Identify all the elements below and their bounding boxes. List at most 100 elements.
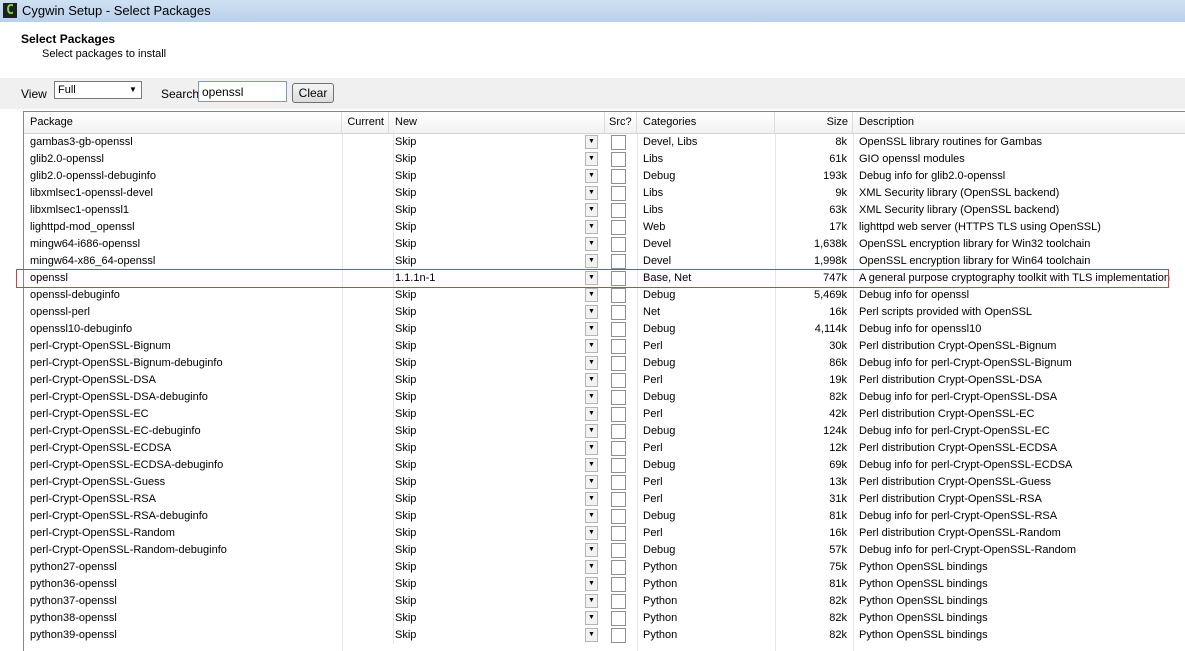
chevron-down-icon[interactable]: ▼ [585,288,598,302]
new-version-select[interactable]: Skip [393,559,584,576]
src-checkbox[interactable] [611,611,626,626]
src-checkbox[interactable] [611,594,626,609]
column-header-src[interactable]: Src? [605,112,637,133]
new-version-select[interactable]: Skip [393,593,584,610]
view-select[interactable]: Full ▼ [54,81,142,99]
column-header-categories[interactable]: Categories [637,112,775,133]
src-checkbox[interactable] [611,339,626,354]
src-checkbox[interactable] [611,475,626,490]
new-version-select[interactable]: Skip [393,491,584,508]
column-header-current[interactable]: Current [342,112,389,133]
table-row[interactable]: python38-openssl Skip ▼ Python 82k Python Ope… [24,610,1185,627]
new-version-select[interactable]: Skip [393,202,584,219]
table-row[interactable]: openssl-perl Skip ▼ Net 16k Perl scripts prov… [24,304,1185,321]
chevron-down-icon[interactable]: ▼ [585,594,598,608]
new-version-select[interactable]: 1.1.1n-1 [393,270,584,287]
new-version-select[interactable]: Skip [393,389,584,406]
new-version-select[interactable]: Skip [393,576,584,593]
new-version-select[interactable]: Skip [393,508,584,525]
new-version-select[interactable]: Skip [393,627,584,644]
table-row[interactable]: python36-openssl Skip ▼ Python 81k Python Ope… [24,576,1185,593]
chevron-down-icon[interactable]: ▼ [585,492,598,506]
new-version-select[interactable]: Skip [393,457,584,474]
new-version-select[interactable]: Skip [393,219,584,236]
chevron-down-icon[interactable]: ▼ [585,254,598,268]
new-version-select[interactable]: Skip [393,610,584,627]
table-row[interactable]: perl-Crypt-OpenSSL-Guess Skip ▼ Perl 13k Perl… [24,474,1185,491]
new-version-select[interactable]: Skip [393,168,584,185]
chevron-down-icon[interactable]: ▼ [585,237,598,251]
src-checkbox[interactable] [611,152,626,167]
src-checkbox[interactable] [611,560,626,575]
table-row[interactable]: perl-Crypt-OpenSSL-DSA Skip ▼ Perl 19k Perl d… [24,372,1185,389]
table-row[interactable]: perl-Crypt-OpenSSL-Bignum-debuginfo Skip ▼… [24,355,1185,372]
chevron-down-icon[interactable]: ▼ [585,186,598,200]
chevron-down-icon[interactable]: ▼ [585,339,598,353]
table-row[interactable]: lighttpd-mod_openssl Skip ▼ Web 17k lighttpd … [24,219,1185,236]
new-version-select[interactable]: Skip [393,151,584,168]
table-row[interactable]: perl-Crypt-OpenSSL-Bignum Skip ▼ Perl 30k Per… [24,338,1185,355]
src-checkbox[interactable] [611,254,626,269]
new-version-select[interactable]: Skip [393,542,584,559]
src-checkbox[interactable] [611,220,626,235]
chevron-down-icon[interactable]: ▼ [585,526,598,540]
src-checkbox[interactable] [611,492,626,507]
table-row[interactable]: perl-Crypt-OpenSSL-ECDSA-debuginfo Skip ▼ D… [24,457,1185,474]
chevron-down-icon[interactable]: ▼ [585,373,598,387]
chevron-down-icon[interactable]: ▼ [585,220,598,234]
new-version-select[interactable]: Skip [393,287,584,304]
src-checkbox[interactable] [611,135,626,150]
chevron-down-icon[interactable]: ▼ [585,271,598,285]
src-checkbox[interactable] [611,271,626,286]
new-version-select[interactable]: Skip [393,406,584,423]
src-checkbox[interactable] [611,628,626,643]
table-row[interactable]: perl-Crypt-OpenSSL-RSA-debuginfo Skip ▼ Deb… [24,508,1185,525]
src-checkbox[interactable] [611,373,626,388]
new-version-select[interactable]: Skip [393,474,584,491]
src-checkbox[interactable] [611,458,626,473]
chevron-down-icon[interactable]: ▼ [585,611,598,625]
src-checkbox[interactable] [611,288,626,303]
table-row[interactable]: glib2.0-openssl Skip ▼ Libs 61k GIO openssl m… [24,151,1185,168]
column-header-package[interactable]: Package [24,112,342,133]
src-checkbox[interactable] [611,322,626,337]
src-checkbox[interactable] [611,526,626,541]
src-checkbox[interactable] [611,407,626,422]
src-checkbox[interactable] [611,356,626,371]
new-version-select[interactable]: Skip [393,423,584,440]
chevron-down-icon[interactable]: ▼ [585,135,598,149]
table-row[interactable]: perl-Crypt-OpenSSL-RSA Skip ▼ Perl 31k Perl d… [24,491,1185,508]
table-row[interactable]: perl-Crypt-OpenSSL-EC Skip ▼ Perl 42k Perl di… [24,406,1185,423]
package-list[interactable]: Package Current New Src? Categories Size… [23,111,1185,651]
table-row[interactable]: perl-Crypt-OpenSSL-Random-debuginfo Skip ▼… [24,542,1185,559]
chevron-down-icon[interactable]: ▼ [585,475,598,489]
chevron-down-icon[interactable]: ▼ [585,628,598,642]
chevron-down-icon[interactable]: ▼ [585,305,598,319]
table-row[interactable]: perl-Crypt-OpenSSL-ECDSA Skip ▼ Perl 12k Perl… [24,440,1185,457]
table-row[interactable]: python39-openssl Skip ▼ Python 82k Python Ope… [24,627,1185,644]
src-checkbox[interactable] [611,186,626,201]
table-row[interactable]: libxmlsec1-openssl1 Skip ▼ Libs 63k XML Secur… [24,202,1185,219]
new-version-select[interactable]: Skip [393,304,584,321]
column-header-size[interactable]: Size [775,112,853,133]
src-checkbox[interactable] [611,305,626,320]
column-header-new[interactable]: New [389,112,605,133]
table-row[interactable]: python27-openssl Skip ▼ Python 75k Python Ope… [24,559,1185,576]
chevron-down-icon[interactable]: ▼ [585,152,598,166]
chevron-down-icon[interactable]: ▼ [585,356,598,370]
chevron-down-icon[interactable]: ▼ [585,441,598,455]
table-row[interactable]: perl-Crypt-OpenSSL-DSA-debuginfo Skip ▼ Deb… [24,389,1185,406]
chevron-down-icon[interactable]: ▼ [585,560,598,574]
src-checkbox[interactable] [611,543,626,558]
new-version-select[interactable]: Skip [393,355,584,372]
table-row[interactable]: perl-Crypt-OpenSSL-EC-debuginfo Skip ▼ Debu… [24,423,1185,440]
chevron-down-icon[interactable]: ▼ [585,390,598,404]
clear-button[interactable]: Clear [292,83,334,103]
src-checkbox[interactable] [611,441,626,456]
src-checkbox[interactable] [611,237,626,252]
search-input[interactable] [198,81,287,102]
table-row[interactable]: mingw64-i686-openssl Skip ▼ Devel 1,638k Open… [24,236,1185,253]
src-checkbox[interactable] [611,577,626,592]
table-row[interactable]: openssl 1.1.1n-1 ▼ Base, Net 747k A general p… [24,270,1185,287]
table-row[interactable]: mingw64-x86_64-openssl Skip ▼ Devel 1,998k Op… [24,253,1185,270]
